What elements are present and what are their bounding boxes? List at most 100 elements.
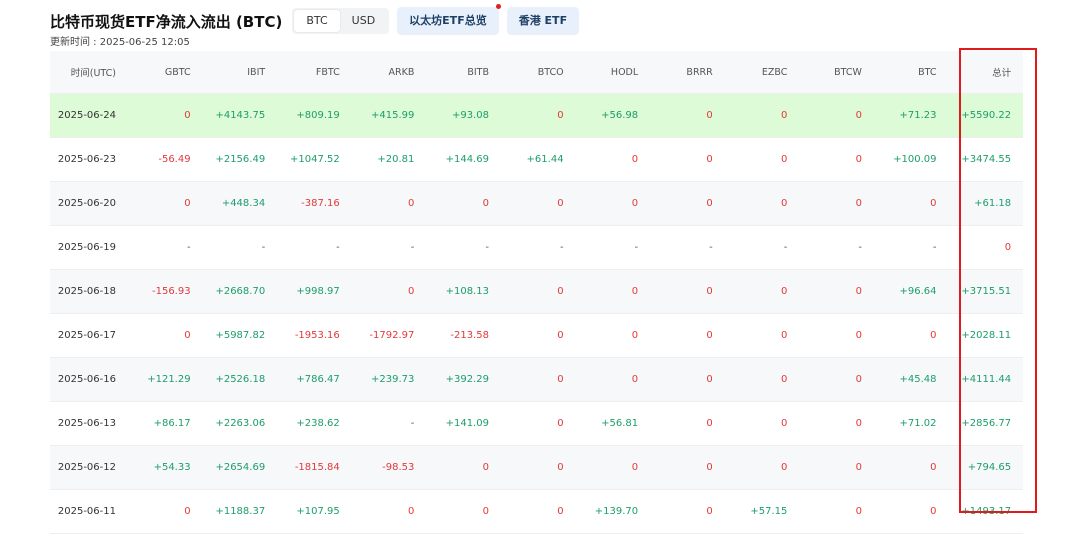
flow-cell: 0 xyxy=(631,462,639,473)
flow-cell: 0 xyxy=(482,462,489,473)
table-row: 2025-06-12 +54.33 +2654.69 -1815.84 -98.53 0 0… xyxy=(50,446,1023,490)
flow-cell: 0 xyxy=(482,506,489,517)
flow-cell: +448.34 xyxy=(221,198,266,209)
toggle-usd[interactable]: USD xyxy=(340,10,388,32)
total-cell: +1493.17 xyxy=(961,506,1012,517)
flow-cell: - xyxy=(186,242,191,253)
flow-cell: +998.97 xyxy=(296,286,340,297)
flow-cell: 0 xyxy=(706,462,713,473)
table-row: 2025-06-20 0 +448.34 -387.16 0 0 0 0 0 0 0 0 +61.18 xyxy=(50,182,1023,226)
flow-cell: 0 xyxy=(855,418,862,429)
flow-cell: +61.44 xyxy=(526,154,564,165)
flow-cell: +809.19 xyxy=(296,110,340,121)
table-row: 2025-06-23 -56.49 +2156.49 +1047.52 +20.81 +1… xyxy=(50,138,1023,182)
flow-cell: 0 xyxy=(706,286,713,297)
eth-etf-overview-button[interactable]: 以太坊ETF总览 xyxy=(397,4,501,35)
flow-cell: 0 xyxy=(706,198,713,209)
flow-cell: 0 xyxy=(780,330,788,341)
flow-cell: - xyxy=(410,418,415,429)
flow-cell: +100.09 xyxy=(893,154,937,165)
flow-cell: 0 xyxy=(557,374,564,385)
flow-cell: +2526.18 xyxy=(215,374,266,385)
total-cell: 0 xyxy=(1004,242,1012,253)
flow-cell: 0 xyxy=(780,110,788,121)
flow-cell: +1188.37 xyxy=(215,506,266,517)
flow-cell: 0 xyxy=(855,110,862,121)
flow-cell: -1815.84 xyxy=(294,462,340,473)
flow-cell: 0 xyxy=(557,286,564,297)
flow-cell: 0 xyxy=(780,418,788,429)
flow-cell: +56.98 xyxy=(601,110,639,121)
flow-cell: 0 xyxy=(408,286,415,297)
table-row: 2025-06-18 -156.93 +2668.70 +998.97 0 +108.13… xyxy=(50,270,1023,314)
total-cell: +2856.77 xyxy=(961,418,1012,429)
flow-cell: 0 xyxy=(557,462,564,473)
flow-cell: +2668.70 xyxy=(215,286,266,297)
flow-cell: 0 xyxy=(631,154,639,165)
total-cell: +4111.44 xyxy=(961,374,1012,385)
date-cell: 2025-06-19 xyxy=(57,242,116,253)
flow-cell: 0 xyxy=(184,110,191,121)
flow-cell: - xyxy=(783,242,788,253)
hk-etf-label: 香港 ETF xyxy=(518,14,568,27)
column-header: GBTC xyxy=(164,66,191,78)
column-header: IBIT xyxy=(247,66,266,78)
flow-cell: - xyxy=(709,242,713,253)
flow-cell: - xyxy=(261,242,266,253)
flow-cell: -387.16 xyxy=(301,198,340,209)
table-row: 2025-06-17 0 +5987.82 -1953.16 -1792.97 -213.… xyxy=(50,314,1023,358)
date-cell: 2025-06-20 xyxy=(57,198,116,209)
column-header: BITB xyxy=(467,66,489,78)
date-cell: 2025-06-13 xyxy=(57,418,116,429)
flow-cell: 0 xyxy=(930,462,937,473)
flow-cell: 0 xyxy=(780,374,788,385)
column-header: HODL xyxy=(610,66,639,78)
flow-cell: +786.47 xyxy=(296,374,340,385)
column-header: BRRR xyxy=(686,66,713,78)
notification-dot xyxy=(495,4,501,9)
flow-cell: +415.99 xyxy=(371,110,415,121)
flow-cell: +2654.69 xyxy=(215,462,266,473)
flow-cell: +86.17 xyxy=(153,418,191,429)
total-cell: +2028.11 xyxy=(961,330,1012,341)
table-row: 2025-06-11 0 +1188.37 +107.95 0 0 0 +139.70 0 +57… xyxy=(50,490,1023,534)
flow-cell: 0 xyxy=(855,198,862,209)
flow-cell: +108.13 xyxy=(445,286,489,297)
flow-cell: -56.49 xyxy=(158,154,191,165)
flow-cell: 0 xyxy=(706,418,713,429)
flow-cell: 0 xyxy=(557,506,564,517)
toggle-btc[interactable]: BTC xyxy=(294,10,340,32)
hk-etf-button[interactable]: 香港 ETF xyxy=(506,7,580,35)
flow-cell: 0 xyxy=(631,330,639,341)
flow-cell: +20.81 xyxy=(377,154,415,165)
flow-cell: 0 xyxy=(855,374,862,385)
flow-cell: - xyxy=(336,242,340,253)
table-row: 2025-06-19 - - - - - - - - - - - 0 xyxy=(50,226,1023,270)
flow-cell: 0 xyxy=(557,198,564,209)
flow-cell: +139.70 xyxy=(594,506,639,517)
total-cell: +3474.55 xyxy=(961,154,1012,165)
flow-cell: 0 xyxy=(780,286,788,297)
column-header: EZBC xyxy=(761,66,788,78)
flow-cell: 0 xyxy=(482,198,489,209)
flow-cell: - xyxy=(485,242,489,253)
column-header: BTCW xyxy=(834,66,862,78)
flow-cell: +2156.49 xyxy=(215,154,266,165)
date-cell: 2025-06-11 xyxy=(57,506,116,517)
flow-cell: - xyxy=(932,242,937,253)
flow-cell: 0 xyxy=(184,506,191,517)
table-row: 2025-06-24 0 +4143.75 +809.19 +415.99 +93.08 0… xyxy=(50,94,1023,138)
column-header: 总计 xyxy=(992,68,1012,79)
total-cell: +5590.22 xyxy=(961,110,1012,121)
date-cell: 2025-06-18 xyxy=(57,286,116,297)
table-row: 2025-06-16 +121.29 +2526.18 +786.47 +239.73 +… xyxy=(50,358,1023,402)
flow-cell: +121.29 xyxy=(147,374,191,385)
flow-cell: +1047.52 xyxy=(290,154,340,165)
flow-cell: 0 xyxy=(855,462,862,473)
flow-cell: -156.93 xyxy=(151,286,191,297)
unit-toggle: BTC USD xyxy=(292,8,390,34)
flow-cell: 0 xyxy=(930,198,937,209)
total-cell: +794.65 xyxy=(967,462,1012,473)
column-header: BTCO xyxy=(537,66,564,78)
flow-cell: 0 xyxy=(930,330,937,341)
